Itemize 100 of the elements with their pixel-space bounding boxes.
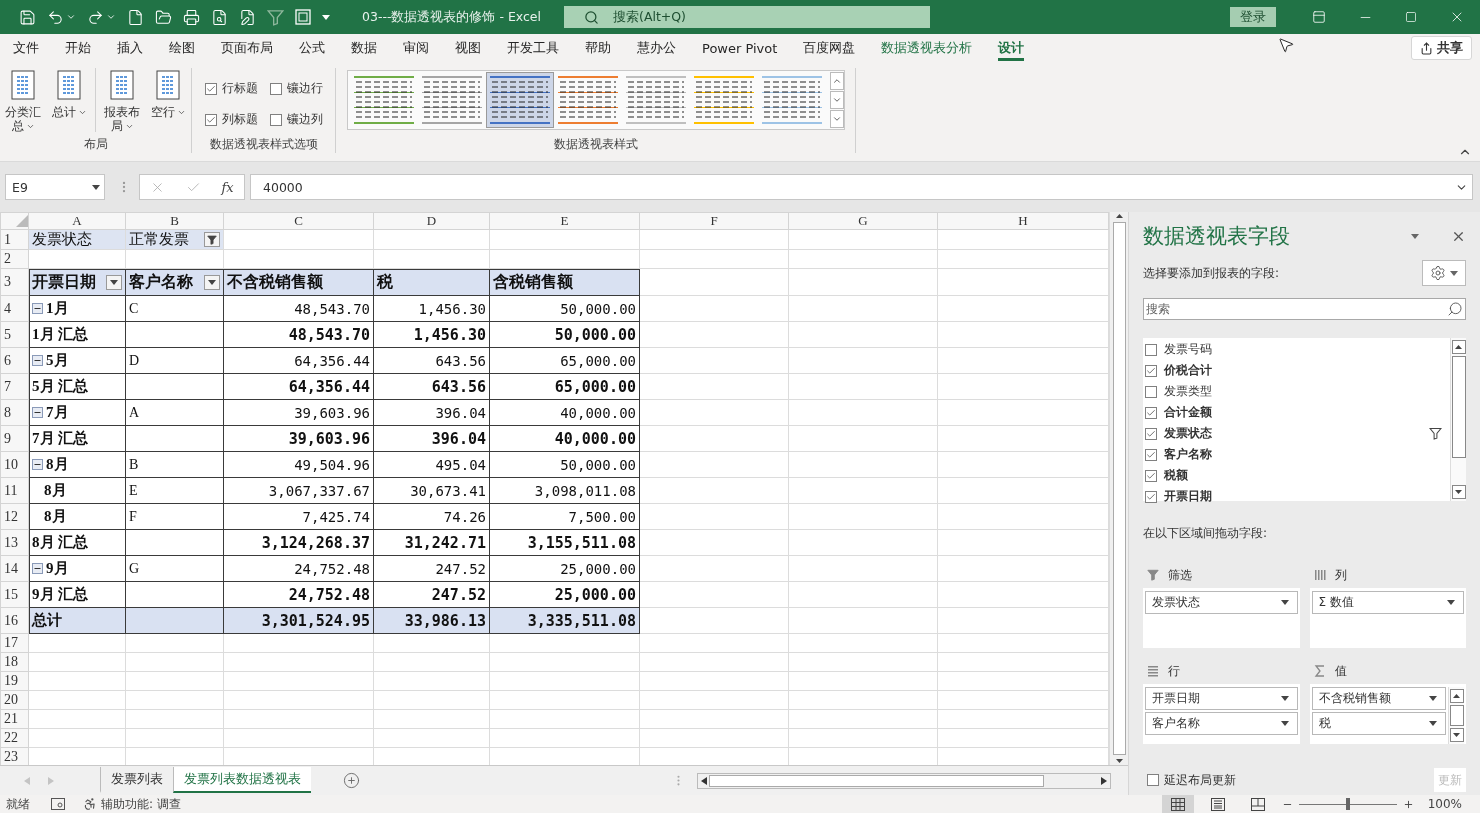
checkbox[interactable] xyxy=(1145,406,1157,419)
zoom-level[interactable]: 100% xyxy=(1427,797,1462,811)
funnel-icon[interactable] xyxy=(267,8,284,26)
normal-view-button[interactable] xyxy=(1161,795,1194,813)
row-header[interactable]: 5 xyxy=(0,321,29,348)
menu-tab[interactable]: 百度网盘 xyxy=(790,34,869,62)
collapse-icon[interactable] xyxy=(32,407,43,418)
row-header[interactable]: 14 xyxy=(0,555,29,582)
checkbox[interactable] xyxy=(1145,364,1157,377)
menu-tab[interactable]: 慧办公 xyxy=(624,34,689,62)
row-header[interactable]: 16 xyxy=(0,607,29,634)
undo-icon[interactable] xyxy=(47,8,64,26)
ribbon-button[interactable]: 空行 xyxy=(148,68,188,119)
file-search-icon[interactable] xyxy=(211,8,228,26)
collapse-icon[interactable] xyxy=(32,563,43,574)
vertical-scrollbar[interactable] xyxy=(1109,212,1128,765)
field-label[interactable]: 发票类型 xyxy=(1164,383,1212,400)
field-chip[interactable]: 不含税销售额 xyxy=(1311,687,1446,710)
row-header[interactable]: 8 xyxy=(0,399,29,426)
checkbox[interactable] xyxy=(1145,343,1157,356)
field-label[interactable]: 开票日期 xyxy=(1164,488,1212,505)
dropdown-button[interactable] xyxy=(204,274,220,290)
column-header[interactable]: C xyxy=(223,212,374,230)
add-sheet-icon[interactable] xyxy=(343,772,360,789)
menu-tab[interactable]: 绘图 xyxy=(156,34,208,62)
checkbox[interactable] xyxy=(1145,427,1157,440)
row-header[interactable]: 12 xyxy=(0,503,29,530)
macro-record-icon[interactable] xyxy=(51,798,65,810)
column-header[interactable]: H xyxy=(937,212,1109,230)
checkbox[interactable] xyxy=(1145,448,1157,461)
checkbox[interactable]: 镶边列 xyxy=(269,111,323,128)
field-label[interactable]: 合计金额 xyxy=(1164,404,1212,421)
menu-tab[interactable]: 文件 xyxy=(0,34,52,62)
menu-tab[interactable]: 插入 xyxy=(104,34,156,62)
name-box[interactable]: E9 xyxy=(5,174,105,200)
maximize-icon[interactable] xyxy=(1405,11,1417,23)
form-icon[interactable] xyxy=(295,9,311,25)
settings-button[interactable] xyxy=(1422,260,1466,286)
field-label[interactable]: 税额 xyxy=(1164,467,1188,484)
search-field[interactable]: 搜索(Alt+Q) xyxy=(564,6,930,28)
vertical-scrollbar[interactable] xyxy=(1448,687,1464,744)
folder-icon[interactable] xyxy=(155,8,172,26)
formula-field[interactable]: 40000 xyxy=(250,174,1473,200)
table-style-thumbnail[interactable] xyxy=(485,72,554,128)
row-header[interactable]: 1 xyxy=(0,229,29,250)
checkbox[interactable]: 行标题 xyxy=(204,80,258,97)
row-header[interactable]: 11 xyxy=(0,477,29,504)
checkbox[interactable] xyxy=(1145,385,1157,398)
field-chip[interactable]: 发票状态 xyxy=(1145,591,1298,614)
menu-tab[interactable]: 审阅 xyxy=(390,34,442,62)
collapse-icon[interactable] xyxy=(32,459,43,470)
field-chip[interactable]: 税 xyxy=(1311,712,1446,735)
checkbox[interactable]: 镶边行 xyxy=(269,80,323,97)
menu-tab[interactable]: 公式 xyxy=(286,34,338,62)
column-header[interactable]: A xyxy=(28,212,126,230)
row-header[interactable]: 13 xyxy=(0,529,29,556)
field-chip[interactable]: Σ 数值 xyxy=(1311,591,1464,614)
menu-tab[interactable]: Power Pivot xyxy=(689,34,791,62)
field-label[interactable]: 发票号码 xyxy=(1164,341,1212,358)
menu-tab[interactable]: 开发工具 xyxy=(494,34,572,62)
zoom-in-icon[interactable] xyxy=(1402,798,1414,810)
sheet-tab[interactable]: 发票列表数据透视表 xyxy=(173,766,311,793)
horizontal-scrollbar[interactable] xyxy=(697,772,1111,789)
row-header[interactable]: 9 xyxy=(0,425,29,452)
field-label[interactable]: 客户名称 xyxy=(1164,446,1212,463)
printer-icon[interactable] xyxy=(183,8,200,26)
row-header[interactable]: 4 xyxy=(0,295,29,322)
column-header[interactable]: F xyxy=(639,212,789,230)
vertical-scrollbar[interactable] xyxy=(1450,338,1466,501)
column-header[interactable]: D xyxy=(373,212,490,230)
file-pen-icon[interactable] xyxy=(239,8,256,26)
menu-tab[interactable]: 数据 xyxy=(338,34,390,62)
row-header[interactable]: 7 xyxy=(0,373,29,400)
search-icon[interactable] xyxy=(1447,301,1463,317)
login-button[interactable]: 登录 xyxy=(1230,7,1276,27)
row-header[interactable]: 10 xyxy=(0,451,29,478)
menu-tab[interactable]: 数据透视表分析 xyxy=(868,34,986,62)
ribbon-button[interactable]: 分类汇总 xyxy=(3,68,43,133)
checkbox[interactable] xyxy=(1145,469,1157,482)
accessibility-icon[interactable] xyxy=(83,797,97,811)
field-chip[interactable]: 开票日期 xyxy=(1145,687,1298,710)
dropdown-button[interactable] xyxy=(106,274,122,290)
share-button[interactable]: 共享 xyxy=(1411,36,1472,60)
accessibility-status[interactable]: 辅助功能: 调查 xyxy=(101,795,181,813)
menu-tab[interactable]: 页面布局 xyxy=(208,34,286,62)
file-icon[interactable] xyxy=(127,8,144,26)
column-header[interactable]: E xyxy=(489,212,640,230)
checkbox[interactable]: 延迟布局更新 xyxy=(1147,771,1236,789)
collapse-icon[interactable] xyxy=(32,303,43,314)
menu-tab[interactable]: 开始 xyxy=(52,34,104,62)
caret-icon[interactable] xyxy=(66,12,76,22)
ribbon-display-icon[interactable] xyxy=(1312,10,1326,24)
filter-button[interactable] xyxy=(204,232,220,247)
redo-icon[interactable] xyxy=(87,8,104,26)
column-header[interactable]: G xyxy=(788,212,938,230)
field-label[interactable]: 价税合计 xyxy=(1164,362,1212,379)
row-header[interactable]: 3 xyxy=(0,268,29,296)
row-header[interactable]: 15 xyxy=(0,581,29,608)
save-icon[interactable] xyxy=(19,8,36,26)
caret-icon[interactable] xyxy=(106,12,116,22)
